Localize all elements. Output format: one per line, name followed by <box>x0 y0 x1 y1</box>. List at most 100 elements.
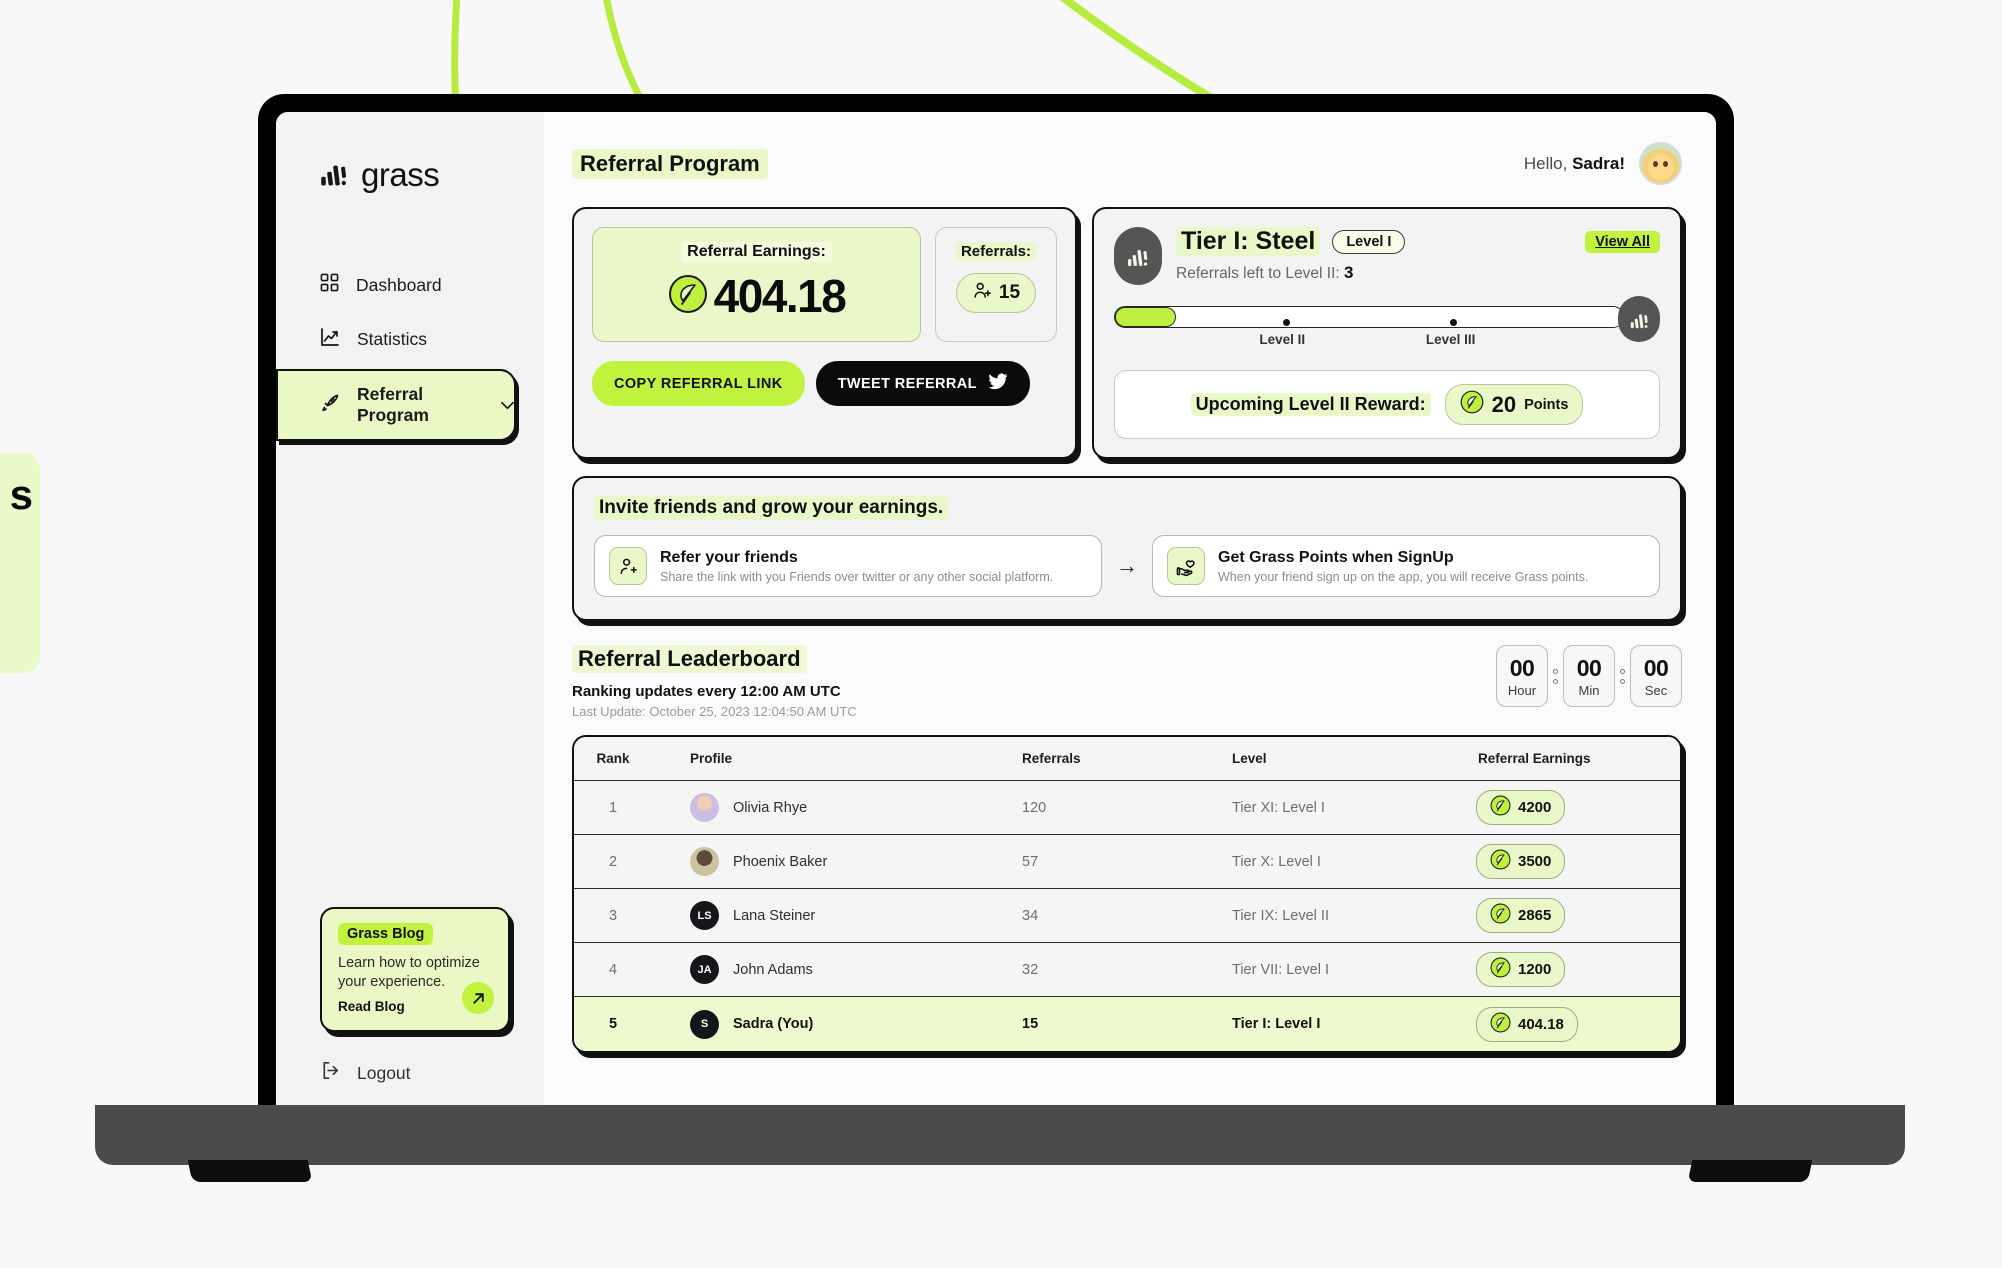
reward-unit: Points <box>1524 396 1569 413</box>
earnings-box: Referral Earnings: 404.18 <box>592 227 921 342</box>
cell-profile: LS Lana Steiner <box>652 901 1022 930</box>
column-header-rank: Rank <box>596 751 630 766</box>
cell-referral-earnings: 404.18 <box>1472 1006 1680 1042</box>
screen-viewport: grass Dashboard Statistics Referral Prog… <box>276 112 1716 1120</box>
progress-track <box>1114 306 1624 328</box>
decorative-edge-card: s <box>0 453 40 673</box>
brand-name: grass <box>361 156 440 193</box>
user-plus-icon <box>972 280 992 306</box>
avatar <box>690 847 719 876</box>
cell-rank: 1 <box>608 799 618 816</box>
brand: grass <box>276 142 544 194</box>
referrals-count: 15 <box>998 282 1021 303</box>
milestone-dot <box>1450 318 1458 326</box>
copy-referral-link-button[interactable]: COPY REFERRAL LINK <box>592 361 805 406</box>
leaderboard-last-update: Last Update: October 25, 2023 12:04:50 A… <box>572 704 857 719</box>
reward-points-pill: 20 Points <box>1444 384 1584 425</box>
cell-level: Tier I: Level I <box>1232 1016 1321 1032</box>
action-buttons: COPY REFERRAL LINK TWEET REFERRAL <box>592 361 1057 406</box>
cell-rank: 2 <box>608 853 618 870</box>
arrow-right-icon: → <box>1116 553 1138 578</box>
tier-main: Tier I: Steel Level I View All Referrals… <box>1176 227 1660 283</box>
greeting-area: Hello, Sadra! <box>1524 142 1682 185</box>
tier-title-row: Tier I: Steel Level I View All <box>1176 227 1660 256</box>
cell-rank: 5 <box>608 1016 618 1032</box>
tier-header: Tier I: Steel Level I View All Referrals… <box>1114 227 1660 285</box>
invite-step-description: Share the link with you Friends over twi… <box>660 569 1054 584</box>
referrals-left-value: 3 <box>1344 263 1354 282</box>
greeting-name: Sadra! <box>1572 153 1625 173</box>
earnings-value: 2865 <box>1518 907 1552 924</box>
tier-badge-icon <box>1114 227 1162 285</box>
referrals-label: Referrals: <box>955 242 1037 261</box>
blog-promo-card[interactable]: Grass Blog Learn how to optimize your ex… <box>320 906 510 1032</box>
earnings-value: 404.18 <box>713 270 847 322</box>
cell-referrals: 15 <box>1022 1016 1039 1032</box>
column-header-referral-earnings: Referral Earnings <box>1478 751 1591 766</box>
earnings-label: Referral Earnings: <box>681 242 832 262</box>
referrals-left-label: Referrals left to Level II: <box>1176 265 1340 282</box>
sidebar-item-dashboard[interactable]: Dashboard <box>276 260 544 310</box>
cell-rank: 4 <box>608 961 618 978</box>
cell-referral-earnings: 3500 <box>1472 844 1680 879</box>
laptop-foot-left <box>187 1160 313 1182</box>
chevron-down-icon[interactable] <box>501 398 514 413</box>
timer-sec-value: 00 <box>1643 654 1669 681</box>
edge-card-text: s <box>9 471 33 518</box>
avatar[interactable] <box>1639 142 1682 185</box>
cell-referrals: 57 <box>1022 853 1039 870</box>
sidebar-nav: Dashboard Statistics Referral Program <box>276 260 544 441</box>
profile-name: Olivia Rhye <box>733 799 808 816</box>
user-plus-icon <box>609 547 647 585</box>
table-row[interactable]: 5 S Sadra (You) 15 Tier I: Level I 404.18 <box>574 997 1680 1051</box>
timer-min: 00 Min <box>1563 645 1615 707</box>
leaf-icon <box>1490 1012 1511 1037</box>
column-header-level: Level <box>1232 751 1267 766</box>
referrals-left-text: Referrals left to Level II: 3 <box>1176 263 1660 283</box>
upcoming-reward-box: Upcoming Level II Reward: 20 Points <box>1114 370 1660 439</box>
table-row[interactable]: 1 Olivia Rhye 120 Tier XI: Level I 4200 <box>574 781 1680 835</box>
timer-hour-label: Hour <box>1507 682 1537 698</box>
sidebar-item-statistics[interactable]: Statistics <box>276 314 544 365</box>
leaderboard-header-text: Referral Leaderboard Ranking updates eve… <box>572 645 857 719</box>
arrow-up-right-icon[interactable] <box>462 982 494 1014</box>
cell-profile: S Sadra (You) <box>652 1009 1022 1039</box>
cell-level: Tier XI: Level I <box>1232 799 1325 816</box>
tier-progress-bar[interactable]: Level II Level III <box>1114 296 1660 354</box>
leaf-icon <box>668 274 708 319</box>
table-row[interactable]: 2 Phoenix Baker 57 Tier X: Level I 3500 <box>574 835 1680 889</box>
leaderboard-subtitle: Ranking updates every 12:00 AM UTC <box>572 683 841 700</box>
cell-referral-earnings: 1200 <box>1472 952 1680 987</box>
invite-step-text: Refer your friends Share the link with y… <box>660 549 1053 584</box>
earnings-value: 3500 <box>1518 853 1552 870</box>
cell-referrals: 120 <box>1022 799 1047 816</box>
cell-profile: Phoenix Baker <box>652 847 1022 876</box>
column-header-referrals: Referrals <box>1022 751 1081 766</box>
sidebar-item-label: Dashboard <box>356 274 442 295</box>
laptop-base <box>95 1105 1905 1165</box>
timer-hour: 00 Hour <box>1496 645 1548 707</box>
invite-step-refer[interactable]: Refer your friends Share the link with y… <box>594 535 1102 597</box>
greeting-text: Hello, Sadra! <box>1524 154 1625 174</box>
invite-step-points[interactable]: Get Grass Points when SignUp When your f… <box>1152 535 1660 597</box>
leaderboard-header: Referral Leaderboard Ranking updates eve… <box>572 645 1682 719</box>
cell-level: Tier X: Level I <box>1232 853 1321 870</box>
leaf-icon <box>1490 795 1511 820</box>
leaf-icon <box>1490 849 1511 874</box>
cell-referral-earnings: 2865 <box>1472 898 1680 933</box>
sidebar-item-referral-program[interactable]: Referral Program <box>276 369 516 441</box>
referrals-count-pill: 15 <box>955 273 1037 313</box>
logout-icon <box>320 1060 341 1086</box>
timer-min-value: 00 <box>1576 654 1602 681</box>
summary-cards-row: Referral Earnings: 404.18 Referrals: 15 … <box>572 207 1682 459</box>
table-row[interactable]: 3 LS Lana Steiner 34 Tier IX: Level II 2865 <box>574 889 1680 943</box>
page-title: Referral Program <box>572 148 768 179</box>
milestone-dot <box>1282 318 1290 326</box>
table-row[interactable]: 4 JA John Adams 32 Tier VII: Level I 1200 <box>574 943 1680 997</box>
avatar: LS <box>690 901 719 930</box>
view-all-link[interactable]: View All <box>1585 230 1660 253</box>
profile-name: Sadra (You) <box>733 1016 814 1032</box>
tweet-referral-button[interactable]: TWEET REFERRAL <box>815 361 1030 406</box>
table-header-row: Rank Profile Referrals Level Referral Ea… <box>574 737 1680 781</box>
